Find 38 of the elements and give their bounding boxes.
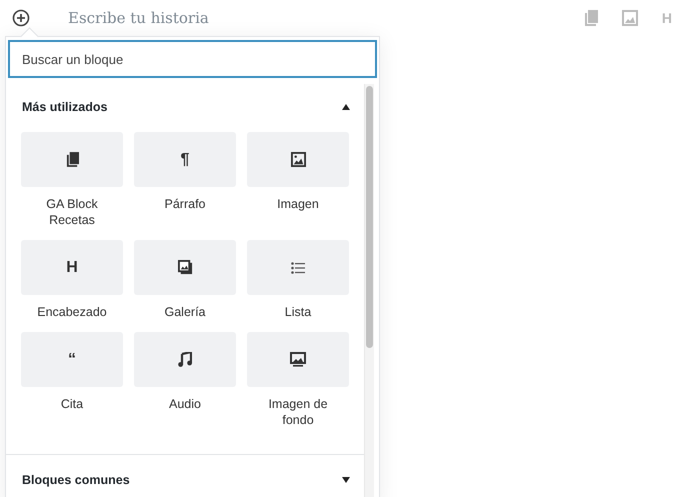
block-label: Encabezado <box>36 304 108 320</box>
music-note-icon <box>178 352 192 367</box>
block-tile[interactable]: ¶ <box>134 132 236 187</box>
search-field[interactable]: Buscar un bloque <box>8 40 377 78</box>
block-label: Audio <box>168 396 202 412</box>
block-label: Cita <box>60 396 84 412</box>
title-placeholder[interactable]: Escribe tu historia <box>68 9 209 27</box>
block-tile[interactable] <box>247 332 349 387</box>
block-label: GA Block Recetas <box>45 196 99 228</box>
section-header[interactable]: Bloques comunes <box>6 454 364 491</box>
section-header[interactable]: Más utilizados <box>6 78 364 118</box>
block-glyph: ¶ <box>180 150 190 168</box>
copy-icon[interactable] <box>584 10 598 26</box>
block-tile[interactable] <box>247 240 349 295</box>
cover-image-icon <box>290 352 306 367</box>
block-tile[interactable]: H <box>21 240 123 295</box>
block-label: Galería <box>164 304 206 320</box>
gallery-icon <box>178 260 192 275</box>
block-glyph: “ <box>68 350 76 368</box>
caret-icon <box>342 477 350 483</box>
block-label: Lista <box>284 304 312 320</box>
block-tile[interactable] <box>247 132 349 187</box>
block-tile[interactable]: “ <box>21 332 123 387</box>
add-block-icon[interactable] <box>12 9 30 27</box>
block-tile[interactable] <box>134 240 236 295</box>
scrollbar-thumb[interactable] <box>366 86 373 348</box>
block-glyph: H <box>66 258 78 276</box>
block-label: Imagen <box>276 196 320 212</box>
block-tile[interactable] <box>21 132 123 187</box>
scrollbar[interactable] <box>364 84 374 497</box>
block-label: Párrafo <box>164 196 206 212</box>
block-tile[interactable] <box>134 332 236 387</box>
image-icon[interactable] <box>622 10 638 26</box>
image-icon <box>290 152 306 167</box>
copy-icon <box>66 152 78 167</box>
caret-icon <box>342 104 350 110</box>
block-label: Imagen de fondo <box>267 396 329 428</box>
list-icon <box>291 262 305 274</box>
